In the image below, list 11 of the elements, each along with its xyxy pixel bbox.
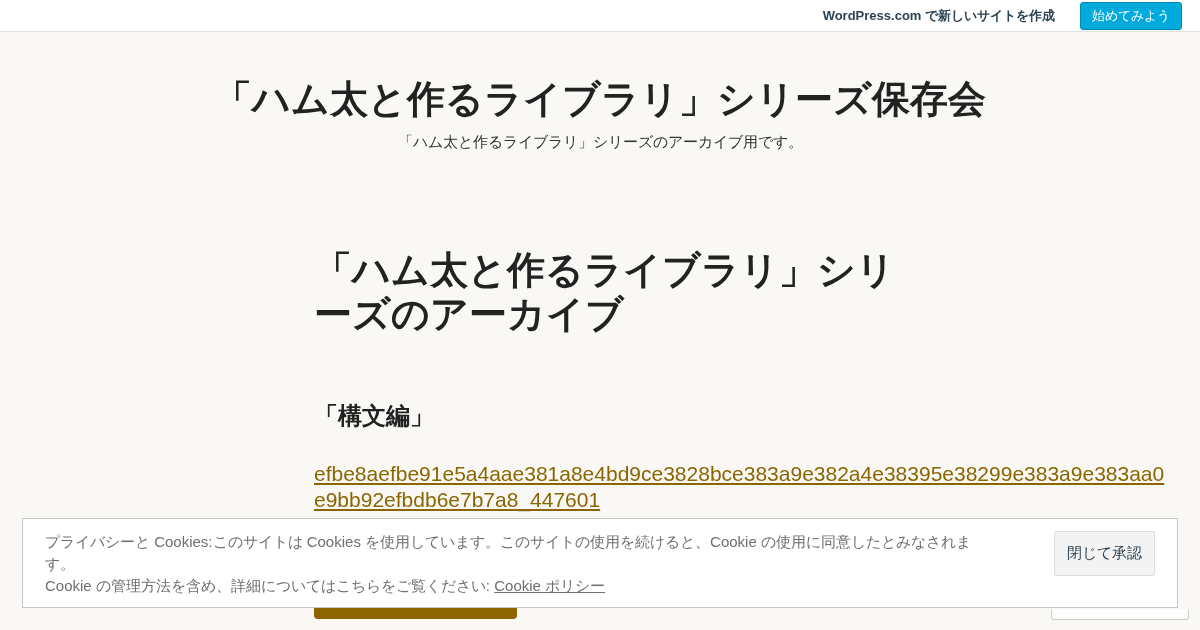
section-heading: 「構文編」 bbox=[314, 401, 435, 431]
post-link[interactable]: e9bb92efbdb6e7b7a8_447601 bbox=[314, 488, 601, 512]
post-link[interactable]: efbe8aefbe91e5a4aae381a8e4bd9ce3828bce383a9e382a4e38395e38299e383a9e383aa0 bbox=[314, 462, 1165, 486]
site-title[interactable]: 「ハム太と作るライブラリ」シリーズ保存会 bbox=[0, 74, 1200, 125]
site-tagline: 「ハム太と作るライブラリ」シリーズのアーカイブ用です。 bbox=[397, 133, 803, 150]
page-title: 「ハム太と作るライブラリ」シリーズのアーカイブ bbox=[314, 248, 896, 336]
cookie-notice: プライバシーと Cookies:このサイトは Cookies を使用しています。このサイトの使用を続けると、Cookie の使用に同意したとみなされます。 Cookie の管理方法を含め、詳細についてはこちらをご覧ください: Cookie ポリシー bbox=[45, 532, 972, 596]
accept-button[interactable]: 閉じて承認 bbox=[1054, 531, 1155, 576]
cookie-policy-link[interactable]: Cookie ポリシー bbox=[494, 577, 606, 594]
start-button[interactable]: 始めてみよう bbox=[1080, 1, 1182, 30]
promo-text: WordPress.com で新しいサイトを作成 bbox=[822, 6, 1055, 25]
